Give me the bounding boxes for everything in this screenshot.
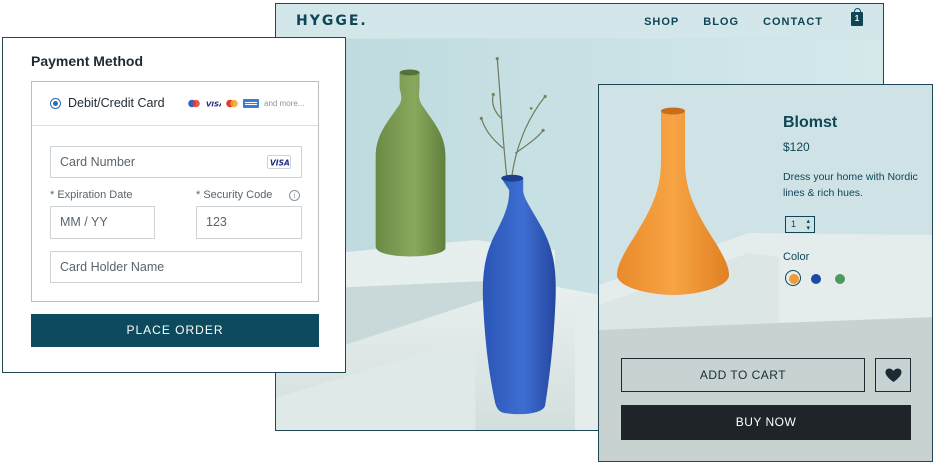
product-description: Dress your home with Nordic lines & rich… xyxy=(783,171,918,199)
card-brand-list: VISA and more... xyxy=(187,99,304,108)
expiration-placeholder: MM / YY xyxy=(60,215,108,229)
nav-shop-link[interactable]: SHOP xyxy=(644,16,679,28)
nav-blog-link[interactable]: BLOG xyxy=(703,16,739,28)
security-code-placeholder: 123 xyxy=(206,215,227,229)
color-swatch-blue[interactable] xyxy=(811,274,821,284)
card-holder-field[interactable]: Card Holder Name xyxy=(50,251,302,283)
card-number-field[interactable]: Card Number VISA xyxy=(50,146,302,178)
wishlist-button[interactable] xyxy=(875,358,911,392)
mastercard-icon xyxy=(226,99,238,108)
visa-badge-icon: VISA xyxy=(267,155,291,169)
expiration-label: * Expiration Date xyxy=(50,189,133,201)
product-name: Blomst xyxy=(783,114,838,131)
visa-icon: VISA xyxy=(206,101,221,109)
card-number-placeholder: Card Number xyxy=(60,155,136,169)
visa-badge-text: VISA xyxy=(270,159,290,168)
security-code-label: * Security Code xyxy=(196,189,273,201)
security-code-field[interactable]: 123 xyxy=(196,206,302,239)
heart-icon xyxy=(885,368,902,382)
svg-text:VISA: VISA xyxy=(206,101,221,109)
expiration-field[interactable]: MM / YY xyxy=(50,206,155,239)
stepper-arrows-icon[interactable]: ▴ ▾ xyxy=(806,218,810,232)
maestro-icon xyxy=(188,99,200,108)
nav-contact-link[interactable]: CONTACT xyxy=(763,16,823,28)
more-cards-text: and more... xyxy=(264,99,305,108)
product-price: $120 xyxy=(783,140,810,154)
quantity-stepper[interactable]: 1 ▴ ▾ xyxy=(785,216,815,233)
payment-form: Debit/Credit Card VISA and more... xyxy=(31,81,319,302)
store-logo[interactable]: HYGGE. xyxy=(296,13,368,29)
cart-count: 1 xyxy=(854,14,860,23)
card-holder-placeholder: Card Holder Name xyxy=(60,260,165,274)
payment-method-card: Payment Method Debit/Credit Card VIS A xyxy=(2,37,346,373)
store-navbar: HYGGE. SHOP BLOG CONTACT 1 xyxy=(276,4,883,38)
buy-now-button[interactable]: BUY NOW xyxy=(621,405,911,440)
radio-selected-icon[interactable] xyxy=(50,98,61,109)
payment-option-label: Debit/Credit Card xyxy=(68,96,165,110)
add-to-cart-button[interactable]: ADD TO CART xyxy=(621,358,865,392)
quantity-value: 1 xyxy=(791,219,797,229)
color-swatch-green[interactable] xyxy=(835,274,845,284)
color-label: Color xyxy=(783,251,810,263)
shopping-bag-icon[interactable]: 1 xyxy=(851,8,863,26)
info-icon[interactable]: i xyxy=(289,190,300,201)
color-swatch-orange[interactable] xyxy=(785,270,801,286)
payment-title: Payment Method xyxy=(31,53,144,69)
amex-icon xyxy=(243,99,259,108)
place-order-button[interactable]: PLACE ORDER xyxy=(31,314,319,347)
store-nav-links: SHOP BLOG CONTACT xyxy=(644,16,823,28)
payment-option-card[interactable]: Debit/Credit Card VISA and more... xyxy=(32,82,318,126)
product-card: Blomst $120 Dress your home with Nordic … xyxy=(598,84,933,462)
